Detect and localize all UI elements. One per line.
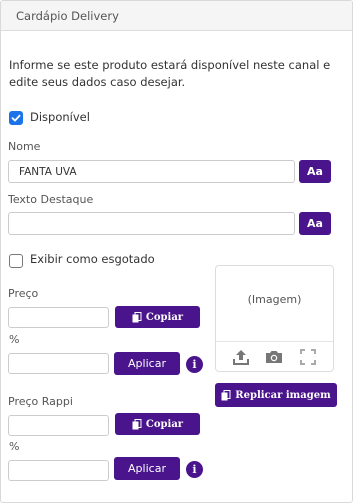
sold-out-label: Exibir como esgotado <box>30 252 155 266</box>
price-rappi-percent-label: % <box>9 440 20 453</box>
name-format-button[interactable]: Aa <box>299 160 331 183</box>
check-icon <box>11 114 21 122</box>
info-text: Informe se este produto estará disponíve… <box>9 58 331 89</box>
sold-out-checkbox[interactable] <box>9 254 23 268</box>
price-rappi-percent-input[interactable] <box>8 460 109 481</box>
price-info-icon[interactable]: i <box>186 356 203 373</box>
price-input[interactable] <box>8 307 109 328</box>
available-label: Disponível <box>30 110 90 124</box>
copy-icon <box>221 389 231 400</box>
copy-icon <box>132 418 142 429</box>
image-toolbar <box>216 341 333 372</box>
available-checkbox[interactable] <box>9 111 23 125</box>
price-rappi-label: Preço Rappi <box>8 395 73 408</box>
name-label: Nome <box>8 140 41 153</box>
delivery-menu-panel: Cardápio Delivery Informe se este produt… <box>0 0 353 503</box>
upload-icon[interactable] <box>231 347 251 367</box>
highlight-input[interactable] <box>8 212 295 235</box>
price-percent-label: % <box>9 333 20 346</box>
highlight-label: Texto Destaque <box>8 193 94 206</box>
camera-icon[interactable] <box>264 347 284 367</box>
copy-icon <box>132 311 142 322</box>
replicate-image-label: Replicar imagem <box>235 389 331 401</box>
highlight-format-button[interactable]: Aa <box>299 212 331 235</box>
price-label: Preço <box>8 287 39 300</box>
replicate-image-button[interactable]: Replicar imagem <box>215 383 337 407</box>
image-placeholder: (Imagem) <box>247 293 302 306</box>
price-rappi-input[interactable] <box>8 415 109 436</box>
expand-icon[interactable] <box>298 347 318 367</box>
name-input[interactable] <box>8 160 295 183</box>
price-rappi-info-icon[interactable]: i <box>186 461 203 478</box>
price-rappi-apply-button[interactable]: Aplicar <box>114 457 180 480</box>
price-rappi-copy-button[interactable]: Copiar <box>115 413 200 435</box>
price-copy-label: Copiar <box>145 311 184 323</box>
price-apply-button[interactable]: Aplicar <box>114 352 180 375</box>
panel-title: Cardápio Delivery <box>1 1 352 31</box>
price-copy-button[interactable]: Copiar <box>115 306 200 328</box>
price-percent-input[interactable] <box>8 353 109 374</box>
image-box: (Imagem) <box>215 265 334 372</box>
price-rappi-copy-label: Copiar <box>145 418 184 430</box>
